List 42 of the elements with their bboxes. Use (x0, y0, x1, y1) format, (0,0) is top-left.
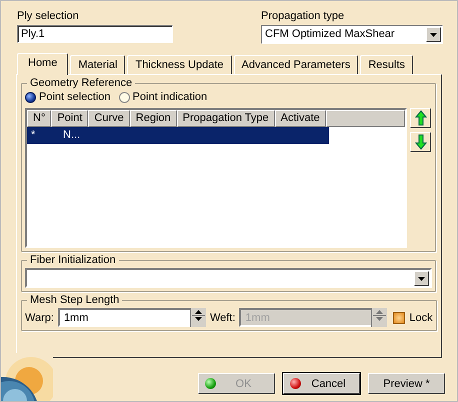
lock-checkbox[interactable]: Lock (393, 312, 433, 324)
move-down-button[interactable] (410, 132, 431, 152)
radio-label: Point selection (39, 91, 111, 103)
group-title: Mesh Step Length (29, 294, 120, 306)
tab[interactable]: Material (70, 55, 126, 74)
field-label: Warp: (25, 312, 54, 324)
tab[interactable]: Results (360, 55, 414, 74)
table-cell-text: * (30, 128, 36, 143)
dialog-button[interactable]: Cancel (283, 373, 360, 394)
field-label: Weft: (210, 312, 236, 324)
column-header[interactable]: Region (130, 110, 177, 127)
radio-option[interactable]: Point indication (118, 91, 208, 103)
dropdown-arrow-icon (430, 32, 437, 36)
spin-arrows-icon (190, 308, 206, 323)
table-cell-text: N... (62, 128, 82, 143)
spin-field[interactable]: 1mm (58, 308, 190, 327)
ply-selection-field[interactable]: Ply.1 (17, 25, 173, 43)
down-arrow-icon (414, 134, 426, 150)
column-header[interactable]: Curve (88, 110, 130, 127)
radio-label: Point indication (132, 91, 208, 103)
group-title: Geometry Reference (29, 77, 134, 89)
status-ball-icon (205, 378, 216, 389)
table-row[interactable]: * N... (27, 127, 329, 144)
propagation-type-dropdown[interactable]: CFM Optimized MaxShear (261, 25, 443, 44)
tab[interactable]: Home (17, 53, 68, 75)
column-header[interactable]: Point (51, 110, 88, 127)
column-header[interactable]: N° (27, 110, 52, 127)
dialog-button[interactable]: Preview * (368, 373, 445, 394)
move-up-button[interactable] (410, 108, 431, 128)
status-ball-icon (290, 378, 301, 389)
column-header[interactable]: Activate (274, 110, 326, 127)
dropdown-arrow-icon (418, 276, 425, 280)
group-title: Fiber Initialization (29, 254, 117, 266)
radio-option[interactable]: Point selection (25, 91, 111, 103)
fiber-initialization-dropdown[interactable] (25, 268, 432, 288)
tab[interactable]: Thickness Update (127, 55, 232, 74)
field-label: Propagation type (261, 10, 346, 22)
up-arrow-icon (414, 110, 426, 126)
tab[interactable]: Advanced Parameters (234, 55, 358, 74)
column-header[interactable]: Propagation Type (176, 110, 275, 127)
spin-arrows-icon (372, 308, 388, 323)
field-label: Ply selection (17, 10, 80, 22)
